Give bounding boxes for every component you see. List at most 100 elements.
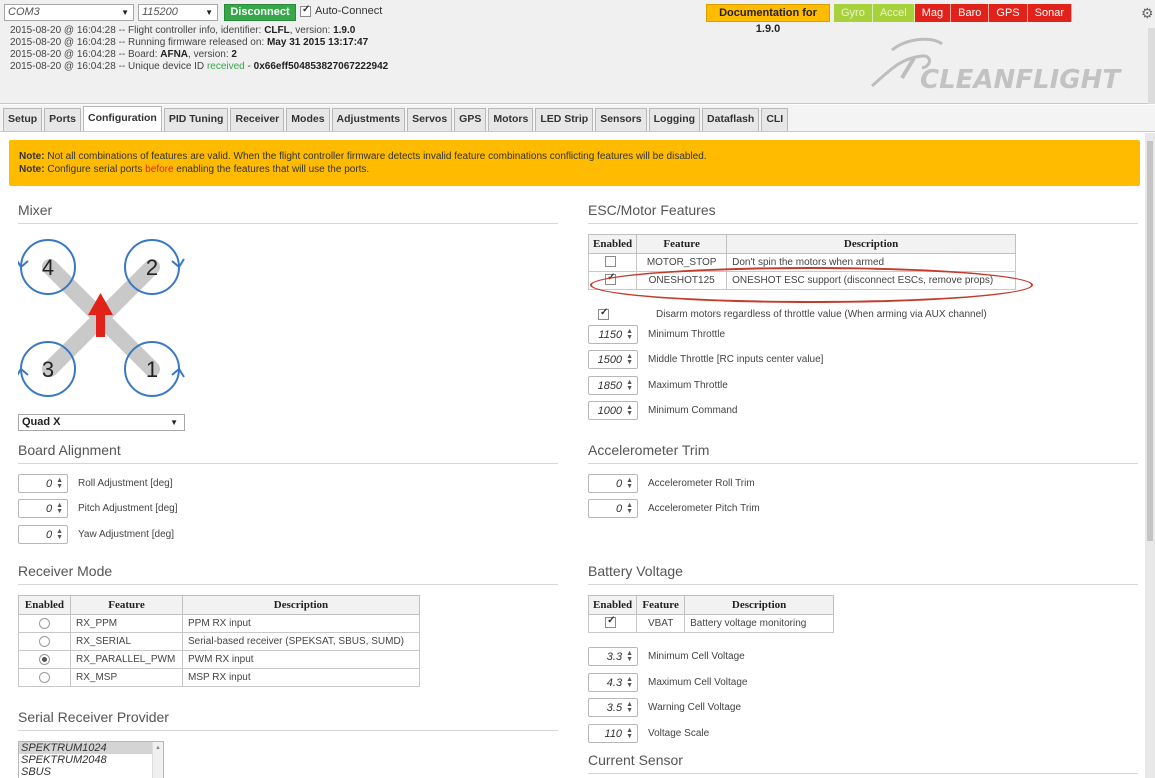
max-throttle-input[interactable]: 1850 ▲ ▼ [588,376,638,395]
warning-cell-voltage-row: 3.5 ▲ ▼ Warning Cell Voltage [588,698,741,717]
acc-roll-trim-input[interactable]: 0 ▲ ▼ [588,474,638,493]
port-value: COM3 [8,6,40,18]
spinner-arrows-icon[interactable]: ▲ ▼ [56,502,63,515]
current-sensor-title: Current Sensor [588,752,683,768]
table-row: RX_MSP MSP RX input [18,668,420,687]
disarm-checkbox[interactable] [598,307,609,320]
svg-text:4: 4 [42,255,54,280]
mid-throttle-input[interactable]: 1500 ▲ ▼ [588,350,638,369]
tab-cli[interactable]: CLI [761,108,789,131]
spinner-arrows-icon[interactable]: ▲ ▼ [626,676,633,689]
spinner-arrows-icon[interactable]: ▲ ▼ [626,502,633,515]
auto-connect-toggle[interactable]: Auto-Connect [300,4,383,17]
oneshot125-checkbox[interactable] [605,272,617,285]
vbat-checkbox[interactable] [605,615,617,628]
spinner-arrows-icon[interactable]: ▲ ▼ [626,328,633,341]
spinner-arrows-icon[interactable]: ▲ ▼ [626,650,633,663]
tab-gps[interactable]: GPS [454,108,487,131]
pitch-adjustment-input[interactable]: 0 ▲ ▼ [18,499,68,518]
mixer-value: Quad X [22,416,61,428]
listbox-scrollbar[interactable]: ▲ [152,742,163,778]
mid-throttle-row: 1500 ▲ ▼ Middle Throttle [RC inputs center… [588,350,823,369]
note-line: Note: Configure serial ports before enab… [19,164,370,175]
min-cell-voltage-row: 3.3 ▲ ▼ Minimum Cell Voltage [588,647,745,666]
roll-adjustment-row: 0 ▲ ▼ Roll Adjustment [deg] [18,474,173,493]
tab-led-strip[interactable]: LED Strip [535,108,594,131]
serial-provider-listbox[interactable]: SPEKTRUM1024 SPEKTRUM2048 SBUS ▲ [18,741,164,778]
tab-setup[interactable]: Setup [3,108,43,131]
chevron-down-icon: ▼ [205,8,213,17]
documentation-button[interactable]: Documentation for 1.9.0 [706,4,830,35]
log-scrollbar[interactable] [1148,28,1155,104]
list-item[interactable]: SPEKTRUM2048 [19,754,163,766]
svg-text:2: 2 [146,255,158,280]
max-cell-voltage-input[interactable]: 4.3 ▲ ▼ [588,673,638,692]
board-alignment-title: Board Alignment [18,442,121,458]
section-divider [588,773,1138,774]
sensor-baro: Baro [951,4,990,22]
warning-cell-voltage-input[interactable]: 3.5 ▲ ▼ [588,698,638,717]
table-row: ONESHOT125 ONESHOT ESC support (disconne… [587,271,1016,290]
rx-parallel-pwm-radio[interactable] [39,653,50,665]
min-command-row: 1000 ▲ ▼ Minimum Command [588,401,737,420]
tab-sensors[interactable]: Sensors [595,108,647,131]
voltage-scale-row: 110 ▲ ▼ Voltage Scale [588,724,709,743]
list-item[interactable]: SBUS [19,766,163,778]
svg-text:1: 1 [146,357,158,382]
port-select[interactable]: COM3 ▼ [4,4,134,21]
auto-connect-checkbox[interactable] [300,4,311,17]
min-throttle-input[interactable]: 1150 ▲ ▼ [588,325,638,344]
gear-icon[interactable]: ⚙ [1141,5,1154,22]
rx-serial-radio[interactable] [39,635,50,647]
cleanflight-logo: CLEANFLIGHT [870,37,1122,95]
tab-dataflash[interactable]: Dataflash [702,108,760,131]
rx-msp-radio[interactable] [39,671,50,683]
sensor-status-bar: Gyro Accel Mag Baro GPS Sonar [834,4,1072,22]
section-divider [588,463,1138,464]
battery-voltage-title: Battery Voltage [588,563,683,579]
yaw-adjustment-input[interactable]: 0 ▲ ▼ [18,525,68,544]
tab-configuration[interactable]: Configuration [83,106,162,131]
mixer-title: Mixer [18,202,53,218]
table-row: RX_PARALLEL_PWM PWM RX input [18,650,420,669]
spinner-arrows-icon[interactable]: ▲ ▼ [626,353,633,366]
spinner-arrows-icon[interactable]: ▲ ▼ [626,701,633,714]
tab-ports[interactable]: Ports [44,108,82,131]
spinner-arrows-icon[interactable]: ▲ ▼ [56,528,63,541]
tab-modes[interactable]: Modes [286,108,330,131]
section-divider [18,223,558,224]
rx-ppm-radio[interactable] [39,617,50,629]
disconnect-button[interactable]: Disconnect [224,4,296,21]
sensor-accel: Accel [872,4,915,22]
tab-pid-tuning[interactable]: PID Tuning [163,108,229,131]
spinner-arrows-icon[interactable]: ▲ ▼ [56,477,63,490]
table-row: RX_SERIAL Serial-based receiver (SPEKSAT… [18,632,420,651]
voltage-scale-input[interactable]: 110 ▲ ▼ [588,724,638,743]
baud-select[interactable]: 115200 ▼ [138,4,218,21]
section-divider [588,223,1138,224]
tab-servos[interactable]: Servos [407,108,453,131]
list-item[interactable]: SPEKTRUM1024 [19,742,163,754]
motor-stop-checkbox[interactable] [605,255,617,267]
scrollbar-thumb[interactable] [1147,141,1153,541]
spinner-arrows-icon[interactable]: ▲ ▼ [626,379,633,392]
tab-motors[interactable]: Motors [488,108,534,131]
tab-logging[interactable]: Logging [648,108,701,131]
tab-adjustments[interactable]: Adjustments [331,108,406,131]
table-row: RX_PPM PPM RX input [18,614,420,633]
page-scrollbar[interactable] [1145,133,1155,778]
spinner-arrows-icon[interactable]: ▲ ▼ [626,477,633,490]
acc-pitch-trim-input[interactable]: 0 ▲ ▼ [588,499,638,518]
header-bar: COM3 ▼ 115200 ▼ Disconnect Auto-Connect … [0,0,1155,104]
spinner-arrows-icon[interactable]: ▲ ▼ [626,404,633,417]
mixer-select[interactable]: Quad X ▼ [18,414,185,431]
roll-adjustment-input[interactable]: 0 ▲ ▼ [18,474,68,493]
auto-connect-label: Auto-Connect [315,5,383,17]
tab-receiver[interactable]: Receiver [230,108,285,131]
spinner-arrows-icon[interactable]: ▲ ▼ [626,727,633,740]
acc-pitch-trim-row: 0 ▲ ▼ Accelerometer Pitch Trim [588,499,760,518]
min-cell-voltage-input[interactable]: 3.3 ▲ ▼ [588,647,638,666]
max-cell-voltage-row: 4.3 ▲ ▼ Maximum Cell Voltage [588,673,747,692]
min-command-input[interactable]: 1000 ▲ ▼ [588,401,638,420]
receiver-mode-table: Enabled Feature Description RX_PPM PPM R… [18,595,420,687]
